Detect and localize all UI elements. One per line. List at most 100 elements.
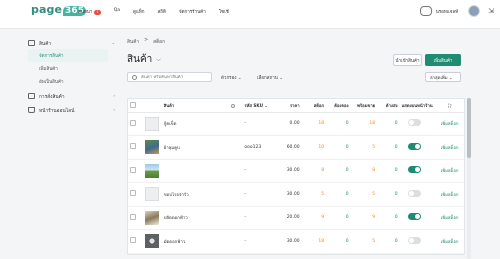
product-price: 20.00 [277, 206, 302, 230]
sidebar-item-add-product[interactable]: เพิ่มสินค้า [28, 62, 118, 75]
product-name[interactable]: ขอบไรอจาร์ว [164, 193, 189, 198]
product-available: 8 [350, 159, 378, 183]
breadcrumb-separator: > [144, 38, 149, 43]
product-price: 30.00 [277, 182, 302, 207]
col-show-on-store[interactable]: แสดงบนหน้าร้าน [399, 99, 436, 113]
show-on-store-toggle[interactable] [407, 166, 421, 174]
import-products-button[interactable]: นำเข้าสินค้า [393, 54, 422, 66]
product-reserved: 0 [326, 135, 351, 160]
product-pending: 0 [377, 135, 400, 160]
product-pending: 0 [377, 112, 400, 136]
product-image[interactable] [145, 187, 160, 202]
add-stock-link[interactable]: เพิ่มสต็อก [441, 193, 459, 198]
chevron-down-icon: ⌵ [156, 55, 161, 63]
info-icon[interactable] [231, 103, 236, 108]
add-stock-link[interactable]: เพิ่มสต็อก [441, 146, 459, 151]
cloud-sync-icon[interactable] [419, 6, 432, 16]
product-reserved: 0 [326, 229, 351, 254]
table-row[interactable]: มัดดอกฟ้าว -30.00 18 0 5 0 เพิ่มสต็อก [128, 229, 464, 254]
col-stock[interactable]: สต็อก [301, 99, 327, 113]
table-row[interactable]: ขอบไรอจาร์ว -30.00 5 0 5 0 เพิ่มสต็อก [128, 182, 464, 207]
product-stock: 18 [301, 112, 327, 136]
fullscreen-icon[interactable]: ⛶ [435, 99, 464, 113]
product-pending: 0 [377, 182, 400, 207]
product-image[interactable] [145, 163, 160, 178]
row-checkbox[interactable] [130, 143, 136, 150]
main-content: สินค้า > สต็อก สินค้า ⌵ นำเข้าสินค้า เพิ่… [127, 38, 471, 259]
chevron-down-icon: ⌄ [111, 40, 115, 45]
product-pending: 0 [377, 229, 400, 254]
table-row[interactable]: ผ้าลุมคูบ ooo123 60.00 10 0 5 0 เพิ่มสต็อก [128, 135, 464, 160]
product-pending: 0 [377, 206, 400, 230]
order-icon [28, 93, 35, 99]
nav-social[interactable]: โซเชี [219, 8, 229, 15]
breadcrumb-products[interactable]: สินค้า [127, 38, 139, 46]
show-on-store-toggle[interactable] [407, 119, 421, 127]
product-image[interactable] [145, 210, 160, 225]
product-name[interactable]: กู้คเข็ต [164, 122, 177, 127]
row-checkbox[interactable] [130, 166, 136, 173]
show-on-store-toggle[interactable] [407, 142, 421, 150]
product-name[interactable]: ผ้าลุมคูบ [164, 146, 180, 151]
add-stock-link[interactable]: เพิ่มสต็อก [441, 122, 459, 127]
search-input[interactable] [141, 74, 211, 80]
scrollbar-thumb[interactable] [467, 98, 471, 158]
product-stock: 5 [301, 182, 327, 207]
cart-icon [28, 107, 35, 113]
sidebar-item-manage-products[interactable]: จัดการสินค้า [28, 49, 108, 62]
product-available: 5 [350, 135, 378, 160]
filter-dropdown[interactable]: ตัวกรอง ⌄ [221, 74, 242, 81]
sidebar-group-products[interactable]: สินค้า ⌄ [28, 38, 118, 49]
nav-chat[interactable]: สนทนา 1 [78, 8, 101, 15]
product-image[interactable] [145, 234, 160, 249]
avatar[interactable] [468, 5, 481, 17]
breadcrumb-stock: สต็อก [153, 40, 165, 45]
nav-store-manage[interactable]: จัดการร้านค้า [179, 8, 206, 15]
product-image[interactable] [145, 116, 160, 131]
product-price: 30.00 [277, 229, 302, 254]
table-row[interactable]: -30.00 8 0 8 0 เพิ่มสต็อก [128, 159, 464, 183]
select-all-checkbox[interactable] [130, 101, 136, 108]
add-stock-link[interactable]: เพิ่มสต็อก [441, 240, 459, 245]
product-reserved: 0 [326, 159, 351, 183]
product-image[interactable] [145, 140, 160, 155]
show-on-store-toggle[interactable] [407, 189, 421, 197]
col-pending[interactable]: ค้างส่ง [377, 99, 400, 113]
show-on-store-toggle[interactable] [407, 236, 421, 244]
col-product[interactable]: สินค้า [161, 99, 229, 113]
nav-qa[interactable]: Qa [114, 8, 120, 15]
product-name[interactable]: ปลัดดอกฟ้าว [164, 216, 188, 221]
row-checkbox[interactable] [130, 119, 136, 126]
add-stock-link[interactable]: เพิ่มสต็อก [441, 216, 459, 221]
sidebar-group-orders[interactable]: การสั่งสินค้า › [28, 91, 118, 102]
status-dropdown[interactable]: เลือกสถาน ⌄ [257, 74, 283, 81]
product-available: 18 [350, 112, 378, 136]
sidebar-item-convert-product[interactable]: อัพเป็นสินค้า [28, 75, 118, 88]
nav-stats[interactable]: สถิติ [158, 8, 166, 15]
breadcrumb: สินค้า > สต็อก [127, 38, 470, 46]
sort-dropdown[interactable]: ล่าสุดเพิ่ม ⌄ [425, 72, 461, 82]
product-stock: 8 [301, 159, 327, 183]
row-checkbox[interactable] [130, 237, 136, 244]
nav-tags[interactable]: ดูแท็ก [133, 8, 145, 15]
col-sku[interactable]: รหัส SKU ⌄ [242, 99, 278, 113]
product-sku: - [242, 206, 278, 230]
shop-name[interactable]: นรอทแจลท์ [436, 8, 458, 15]
col-reserved[interactable]: ต้องจอง [326, 99, 351, 113]
add-product-button[interactable]: เพิ่มสินค้า [425, 54, 461, 66]
col-price[interactable]: ราคา [277, 99, 302, 113]
table-row[interactable]: กู้คเข็ต -0.00 18 0 18 0 เพิ่มสต็อก [128, 112, 464, 136]
vertical-scrollbar[interactable] [467, 98, 471, 259]
product-available: 5 [350, 182, 378, 207]
sidebar-group-online-store[interactable]: หน้าร้านออนไลน์ › [28, 105, 118, 116]
col-available[interactable]: พร้อมขาย [350, 99, 378, 113]
row-checkbox[interactable] [130, 190, 136, 197]
add-stock-link[interactable]: เพิ่มสต็อก [441, 169, 459, 174]
product-reserved: 0 [326, 112, 351, 136]
product-name[interactable]: มัดดอกฟ้าว [164, 240, 185, 245]
show-on-store-toggle[interactable] [407, 213, 421, 221]
table-row[interactable]: ปลัดดอกฟ้าว -20.00 9 0 9 0 เพิ่มสต็อก [128, 206, 464, 230]
row-checkbox[interactable] [130, 213, 136, 220]
product-stock: 10 [301, 135, 327, 160]
expand-icon[interactable]: ⇲ [488, 7, 494, 15]
